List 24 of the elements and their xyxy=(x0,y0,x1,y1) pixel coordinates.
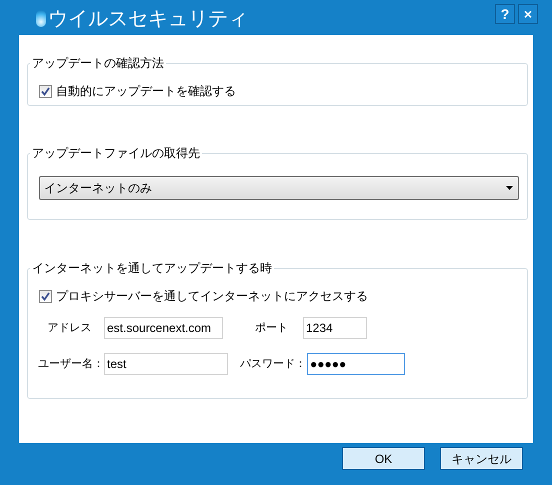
input-field[interactable]: test xyxy=(104,353,228,375)
input-field[interactable]: ●●●●● xyxy=(307,353,405,375)
title-button[interactable]: × xyxy=(518,4,538,24)
input-field[interactable]: 1234 xyxy=(303,317,367,339)
checkbox[interactable] xyxy=(39,290,52,302)
checkbox[interactable] xyxy=(39,84,52,98)
checkbox-label: 自動的にアップデートを確認する xyxy=(56,83,236,100)
field-label: ポート xyxy=(254,320,289,336)
window-title: ウイルスセキュリティ xyxy=(48,6,248,30)
group-legend: インターネットを通してアップデートする時 xyxy=(30,261,274,275)
group-legend: アップデートファイルの取得先 xyxy=(30,146,202,160)
field-label: アドレス xyxy=(46,320,92,336)
dialog-button[interactable]: キャンセル xyxy=(440,447,523,470)
title-button[interactable]: ? xyxy=(495,4,515,24)
group-legend: アップデートの確認方法 xyxy=(30,56,166,70)
input-field[interactable]: est.sourcenext.com xyxy=(104,317,223,339)
dialog-button[interactable]: OK xyxy=(342,447,425,470)
field-label: パスワード： xyxy=(240,356,304,372)
dropdown-value: インターネットのみ xyxy=(44,180,152,197)
app-logo-icon xyxy=(36,10,46,27)
dropdown[interactable]: インターネットのみ xyxy=(39,176,519,200)
field-label: ユーザー名： xyxy=(38,356,101,372)
caret-icon xyxy=(506,186,513,190)
checkbox-label: プロキシサーバーを通してインターネットにアクセスする xyxy=(56,288,368,305)
